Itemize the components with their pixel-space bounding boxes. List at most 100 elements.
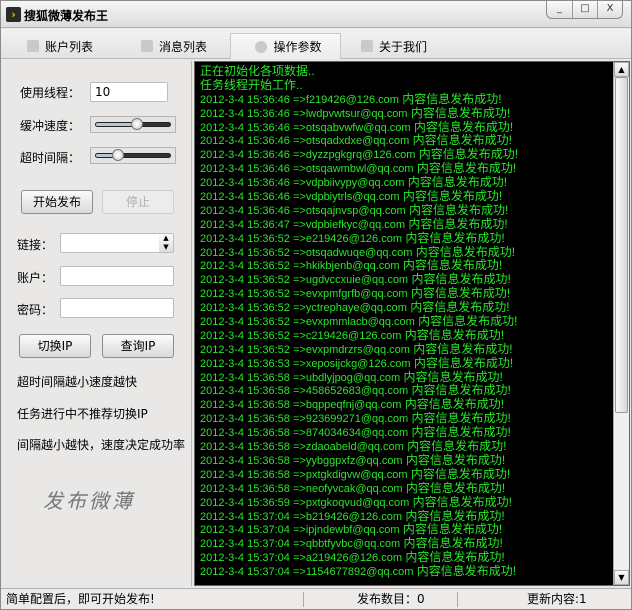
log-line: 2012-3-4 15:36:52 =>evxpmmlacb@qq.com 内容… bbox=[200, 314, 518, 329]
log-line: 2012-3-4 15:36:59 =>pxtgkoqvud@qq.com 内容… bbox=[200, 494, 513, 509]
log-line: 2012-3-4 15:36:52 =>otsqadwuqe@qq.com 内容… bbox=[200, 244, 516, 259]
window-title: 搜狐微薄发布王 bbox=[24, 9, 109, 23]
log-email: c219426@126.com bbox=[305, 329, 402, 342]
log-message: 内容信息发布成功! bbox=[409, 133, 513, 148]
log-time: 2012-3-4 15:37:04 bbox=[200, 524, 290, 537]
log-email: qbbtfyvbc@qq.com bbox=[305, 538, 401, 551]
log-time: 2012-3-4 15:36:58 bbox=[200, 413, 290, 426]
log-time: 2012-3-4 15:37:04 bbox=[200, 552, 290, 565]
slider-handle[interactable] bbox=[112, 149, 125, 161]
stop-button[interactable]: 停止 bbox=[102, 190, 174, 214]
log-message: 内容信息发布成功! bbox=[407, 466, 511, 481]
tab-label: 账户列表 bbox=[45, 39, 94, 54]
log-line: 2012-3-4 15:37:04 =>1154677892@qq.com 内容… bbox=[200, 564, 517, 579]
account-label: 账户： bbox=[17, 271, 54, 285]
password-label: 密码： bbox=[17, 303, 54, 317]
log-message: 内容信息发布成功! bbox=[402, 452, 506, 467]
log-time: 2012-3-4 15:36:52 bbox=[200, 274, 290, 287]
log-line: 2012-3-4 15:37:04 =>ipjndewbf@qq.com 内容信… bbox=[200, 522, 503, 537]
spinner-arrows-icon[interactable]: ▲ ▼ bbox=[159, 234, 173, 252]
timeout-label: 超时间隔： bbox=[20, 151, 81, 165]
log-message: 内容信息发布成功! bbox=[408, 425, 511, 440]
log-line: 2012-3-4 15:36:46 =>f219426@126.com 内容信息… bbox=[200, 91, 502, 106]
log-message: 内容信息发布成功! bbox=[413, 161, 517, 176]
log-line: 2012-3-4 15:36:52 =>c219426@126.com 内容信息… bbox=[200, 327, 505, 342]
scrollbar-thumb[interactable] bbox=[615, 77, 628, 413]
close-button[interactable]: X bbox=[597, 1, 622, 18]
log-email: lwdpvwtsur@qq.com bbox=[305, 107, 408, 120]
log-message: 内容信息发布成功! bbox=[402, 508, 505, 523]
log-time: 2012-3-4 15:36:59 bbox=[200, 496, 290, 509]
threads-input[interactable]: 10 bbox=[90, 82, 168, 102]
log-time: 2012-3-4 15:36:46 bbox=[200, 121, 290, 134]
log-email: vdpbiytrls@qq.com bbox=[305, 191, 400, 204]
link-select[interactable] bbox=[60, 233, 174, 253]
log-message: 内容信息发布成功! bbox=[399, 522, 503, 537]
log-time: 2012-3-4 15:36:58 bbox=[200, 427, 290, 440]
log-time: 2012-3-4 15:36:58 bbox=[200, 385, 290, 398]
log-message: 内容信息发布成功! bbox=[399, 189, 503, 204]
app-icon: › bbox=[6, 7, 21, 22]
slider-handle[interactable] bbox=[130, 118, 143, 130]
tab-accounts[interactable]: 账户列表 bbox=[21, 33, 111, 59]
scrollbar[interactable]: ▲ ▼ bbox=[613, 62, 629, 585]
log-line: 2012-3-4 15:36:46 =>lwdpvwtsur@qq.com 内容… bbox=[200, 105, 511, 120]
tab-label: 消息列表 bbox=[159, 39, 208, 54]
log-line: 2012-3-4 15:36:58 =>zdaoabeld@qq.com 内容信… bbox=[200, 439, 507, 454]
log-time: 2012-3-4 15:36:58 bbox=[200, 468, 290, 481]
log-email: xeposijckg@126.com bbox=[305, 357, 411, 370]
log-line: 2012-3-4 15:36:52 =>yctrephaye@qq.com 内容… bbox=[200, 300, 510, 315]
log-line: 2012-3-4 15:36:53 =>xeposijckg@126.com 内… bbox=[200, 355, 514, 370]
start-button[interactable]: 开始发布 bbox=[21, 190, 93, 214]
log-time: 2012-3-4 15:36:52 bbox=[200, 302, 290, 315]
tab-about[interactable]: 关于我们 bbox=[355, 33, 445, 59]
log-time: 2012-3-4 15:37:04 bbox=[200, 538, 290, 551]
log-line: 2012-3-4 15:36:52 =>evxpmfgrfb@qq.com 内容… bbox=[200, 286, 511, 301]
maximize-button[interactable]: □ bbox=[572, 1, 597, 18]
query-ip-button[interactable]: 查询IP bbox=[102, 334, 174, 358]
publish-count: 发布数目：0 bbox=[357, 592, 425, 606]
link-label: 链接： bbox=[17, 238, 54, 252]
log-message: 内容信息发布成功! bbox=[408, 272, 511, 287]
log-message: 内容信息发布成功! bbox=[409, 341, 513, 356]
update-count: 更新内容:1 bbox=[527, 592, 587, 606]
scroll-up-icon[interactable]: ▲ bbox=[614, 62, 629, 77]
log-message: 内容信息发布成功! bbox=[402, 480, 506, 495]
log-time: 2012-3-4 15:36:52 bbox=[200, 343, 290, 356]
account-input[interactable] bbox=[60, 266, 174, 286]
minimize-button[interactable]: _ bbox=[547, 1, 572, 18]
log-email: yctrephaye@qq.com bbox=[305, 302, 407, 315]
password-input[interactable] bbox=[60, 298, 174, 318]
log-message: 内容信息发布成功! bbox=[405, 202, 509, 217]
timeout-slider[interactable] bbox=[90, 147, 176, 164]
log-line: 2012-3-4 15:36:58 =>458652683@qq.com 内容信… bbox=[200, 383, 511, 398]
log-email: 1154677892@qq.com bbox=[305, 566, 414, 579]
tip-text: 任务进行中不推荐切换IP bbox=[17, 407, 148, 421]
log-email: ugdvccxuie@qq.com bbox=[305, 274, 409, 287]
log-time: 2012-3-4 15:36:58 bbox=[200, 454, 290, 467]
switch-ip-button[interactable]: 切换IP bbox=[19, 334, 91, 358]
log-time: 2012-3-4 15:36:47 bbox=[200, 218, 290, 231]
log-email: pxtgkdigvw@qq.com bbox=[305, 468, 408, 481]
log-line: 2012-3-4 15:36:58 =>pxtgkdigvw@qq.com 内容… bbox=[200, 466, 511, 481]
tip-text: 超时间隔越小速度越快 bbox=[17, 375, 138, 389]
log-output[interactable]: 正在初始化各项数据.. 任务线程开始工作.. 2012-3-4 15:36:46 =… bbox=[194, 61, 630, 586]
title-bar[interactable]: › 搜狐微薄发布王 _ □ X bbox=[1, 1, 631, 28]
log-email: 923699271@qq.com bbox=[305, 413, 409, 426]
log-message: 内容信息发布成功! bbox=[405, 216, 508, 231]
log-message: 内容信息发布成功! bbox=[412, 244, 516, 259]
log-email: ubdlyjpog@qq.com bbox=[305, 371, 401, 384]
log-message: 内容信息发布成功! bbox=[402, 230, 505, 245]
log-message: 内容信息发布成功! bbox=[399, 258, 503, 273]
log-line: 2012-3-4 15:36:46 =>otsqadxdxe@qq.com 内容… bbox=[200, 133, 513, 148]
tab-settings[interactable]: 操作参数 bbox=[230, 33, 341, 59]
log-line: 2012-3-4 15:36:58 =>ubdlyjpog@qq.com 内容信… bbox=[200, 369, 503, 384]
log-line: 2012-3-4 15:36:58 =>bqppeqfnj@qq.com 内容信… bbox=[200, 397, 505, 412]
scroll-down-icon[interactable]: ▼ bbox=[614, 570, 629, 585]
log-line: 2012-3-4 15:36:52 =>hkikbjenb@qq.com 内容信… bbox=[200, 258, 503, 273]
log-time: 2012-3-4 15:36:46 bbox=[200, 107, 290, 120]
buffer-slider[interactable] bbox=[90, 116, 176, 133]
log-line: 2012-3-4 15:36:46 =>otsqajnvsp@qq.com 内容… bbox=[200, 202, 509, 217]
log-message: 内容信息发布成功! bbox=[406, 300, 510, 315]
tab-messages[interactable]: 消息列表 bbox=[135, 33, 225, 59]
